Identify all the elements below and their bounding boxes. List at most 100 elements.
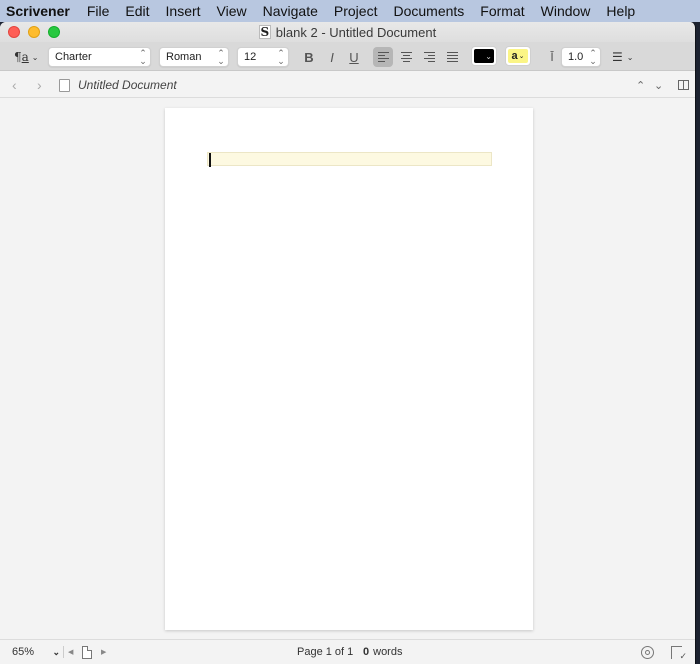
word-count-value: 0: [363, 646, 370, 658]
align-left-icon: [377, 52, 389, 62]
paragraph-style-button[interactable]: ¶a ⌄: [14, 47, 42, 67]
line-spacing-select[interactable]: 1.0 ⌃ ⌄: [561, 47, 601, 67]
align-center-button[interactable]: [396, 47, 416, 67]
window-title-text: blank 2 - Untitled Document: [275, 24, 437, 40]
highlight-a-icon: a: [511, 50, 518, 62]
menu-project[interactable]: Project: [326, 3, 386, 19]
bullet-list-icon: ☰: [612, 50, 623, 64]
window-controls: [8, 26, 60, 38]
chevron-down-icon: ⌄: [518, 53, 525, 60]
next-page-button[interactable]: ▶: [101, 640, 106, 664]
chevron-down-icon: ⌄: [626, 52, 634, 62]
footer-bar: 65% ⌄ ◀ ▶ Page 1 of 1 0 words ✓: [0, 639, 695, 664]
italic-button[interactable]: I: [322, 47, 342, 67]
editor-header: ‹ › Untitled Document ⌃ ⌄: [0, 72, 695, 98]
previous-page-button[interactable]: ◀: [68, 640, 73, 664]
align-right-button[interactable]: [419, 47, 439, 67]
chevron-down-icon: ⌄: [52, 646, 60, 657]
editor-area: [0, 99, 695, 638]
word-count-label: words: [373, 646, 403, 658]
updown-chevron-icon: ⌃ ⌄: [277, 48, 285, 66]
next-document-button[interactable]: ⌄: [654, 72, 663, 98]
font-family-select[interactable]: Charter ⌃ ⌄: [48, 47, 151, 67]
document-icon: [59, 78, 70, 92]
italic-icon: I: [330, 49, 334, 65]
triangle-left-icon: ◀: [68, 649, 74, 656]
menu-navigate[interactable]: Navigate: [255, 3, 326, 19]
zoom-value: 65%: [12, 646, 35, 658]
page-icon: [82, 645, 92, 659]
page-label: Page 1 of 1: [297, 646, 354, 658]
split-view-icon: [678, 80, 689, 90]
window-title: S blank 2 - Untitled Document: [258, 24, 437, 40]
font-size-value: 12: [244, 51, 257, 63]
chevron-right-icon: ›: [37, 77, 42, 93]
document-title: Untitled Document: [78, 78, 177, 92]
text-color-button[interactable]: ⌄: [471, 46, 497, 66]
paragraph-style-icon: ¶a: [14, 50, 29, 64]
title-bar: S blank 2 - Untitled Document: [0, 22, 695, 42]
font-family-value: Charter: [55, 51, 92, 63]
previous-document-button[interactable]: ⌃: [636, 72, 645, 98]
chevron-down-icon: ⌄: [654, 79, 664, 92]
zoom-window-button[interactable]: [48, 26, 60, 38]
format-bar: ¶a ⌄ Charter ⌃⌄ Roman ⌃⌄ 12 ⌃⌄ B I U: [0, 42, 695, 71]
current-line-highlight[interactable]: [207, 152, 492, 167]
updown-chevron-icon: ⌃ ⌄: [217, 48, 225, 66]
page-count: Page 1 of 1: [297, 640, 353, 664]
targets-button[interactable]: [641, 640, 654, 664]
menu-view[interactable]: View: [209, 3, 255, 19]
align-left-button[interactable]: [373, 47, 393, 67]
nav-back-button[interactable]: ‹: [12, 72, 17, 98]
font-style-select[interactable]: Roman ⌃ ⌄: [159, 47, 229, 67]
menu-format[interactable]: Format: [472, 3, 532, 19]
align-right-icon: [423, 52, 435, 62]
split-editor-button[interactable]: [678, 72, 689, 98]
updown-chevron-icon: ⌃ ⌄: [139, 48, 147, 66]
nav-forward-button[interactable]: ›: [37, 72, 42, 98]
highlight-color-button[interactable]: a ⌄: [505, 46, 531, 66]
bold-button[interactable]: B: [299, 47, 319, 67]
line-spacing-value: 1.0: [568, 51, 584, 63]
triangle-right-icon: ▶: [101, 649, 107, 656]
menu-documents[interactable]: Documents: [385, 3, 472, 19]
zoom-select[interactable]: 65% ⌄: [12, 640, 60, 664]
note-check-icon: ✓: [671, 645, 687, 661]
highlight-color-swatch: a ⌄: [508, 49, 528, 63]
scrivener-doc-icon: S: [258, 25, 271, 39]
comments-button[interactable]: ✓: [671, 640, 687, 664]
chevron-up-icon: ⌃: [636, 79, 646, 92]
updown-chevron-icon: ⌃ ⌄: [589, 48, 597, 66]
font-size-select[interactable]: 12 ⌃ ⌄: [237, 47, 289, 67]
align-justify-icon: [446, 52, 458, 62]
underline-icon: U: [349, 49, 359, 65]
menu-app-scrivener[interactable]: Scrivener: [6, 3, 79, 19]
divider: [63, 646, 64, 658]
minimize-window-button[interactable]: [28, 26, 40, 38]
word-count[interactable]: 0 words: [363, 640, 402, 664]
text-color-swatch: ⌄: [474, 49, 494, 63]
document-page[interactable]: [165, 108, 533, 630]
menu-insert[interactable]: Insert: [158, 3, 209, 19]
close-window-button[interactable]: [8, 26, 20, 38]
app-window: S blank 2 - Untitled Document ¶a ⌄ Chart…: [0, 22, 696, 664]
document-icon-checkbox[interactable]: [59, 72, 70, 98]
text-cursor: [209, 153, 211, 167]
line-spacing-icon: Ī: [550, 50, 554, 64]
font-style-value: Roman: [166, 51, 202, 63]
chevron-down-icon: ⌄: [485, 51, 492, 61]
document-title-header[interactable]: Untitled Document: [78, 72, 177, 98]
menubar: Scrivener File Edit Insert View Navigate…: [0, 0, 700, 22]
list-style-button[interactable]: ☰ ⌄: [612, 47, 642, 67]
target-icon: [641, 645, 654, 659]
underline-button[interactable]: U: [344, 47, 364, 67]
align-center-icon: [400, 52, 412, 62]
bold-icon: B: [304, 49, 314, 65]
menu-edit[interactable]: Edit: [117, 3, 157, 19]
menu-help[interactable]: Help: [598, 3, 643, 19]
align-justify-button[interactable]: [442, 47, 462, 67]
menu-file[interactable]: File: [79, 3, 118, 19]
menu-window[interactable]: Window: [533, 3, 599, 19]
page-view-button[interactable]: [82, 640, 92, 664]
chevron-left-icon: ‹: [12, 77, 17, 93]
